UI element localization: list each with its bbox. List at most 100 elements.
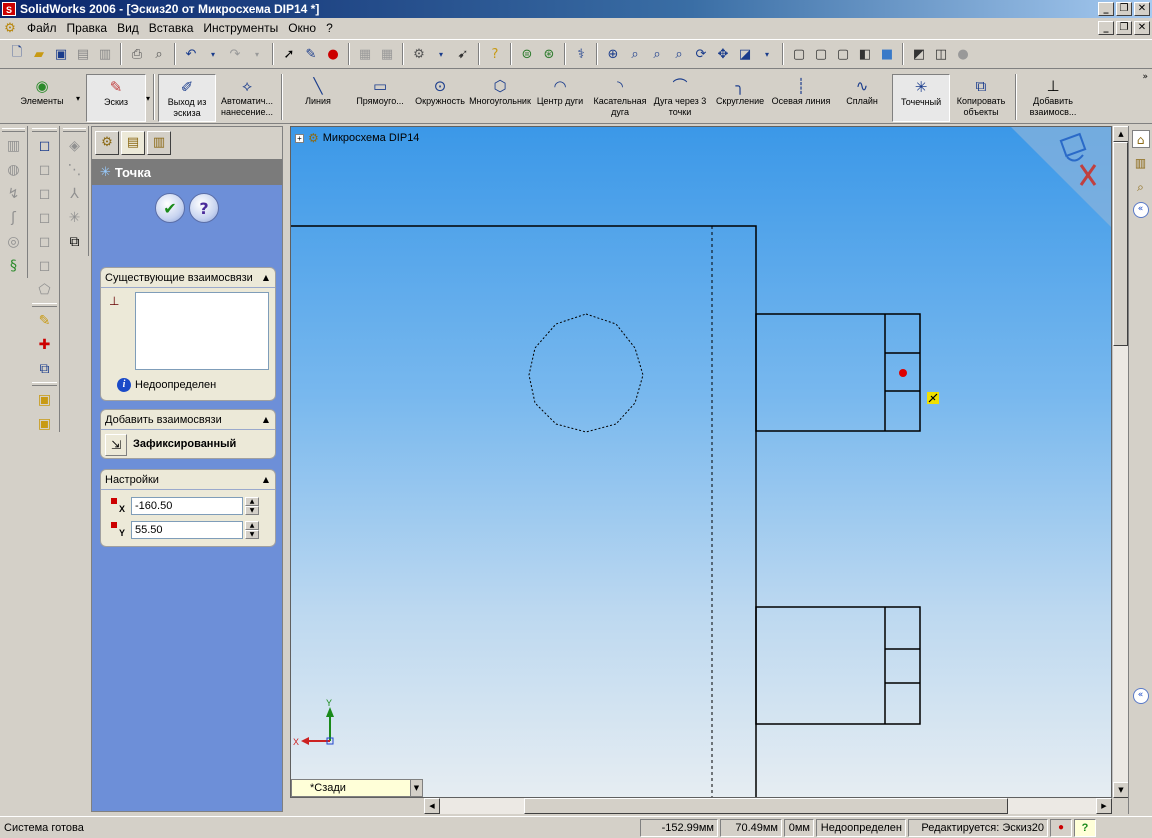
add-point-icon[interactable]: ✚ [35,335,55,355]
menu-window[interactable]: Окно [283,21,321,35]
zoom-inout-icon[interactable]: ⌕ [647,44,667,64]
features-tab-button[interactable]: ◉ Элементы [8,74,76,122]
select-arrow-icon[interactable]: ➚ [279,44,299,64]
circle-tool-button[interactable]: ⊙ Окружность [410,74,470,122]
expand-icon[interactable]: + [295,133,304,143]
realview-icon[interactable]: ● [953,44,973,64]
x-coordinate-spinner[interactable]: ▲ ▼ [245,497,259,515]
horizontal-scroll-thumb[interactable] [524,798,1008,814]
revolve-icon[interactable]: ⊛ [539,44,559,64]
redo-icon[interactable]: ↷ [225,44,245,64]
fillet-tool-button[interactable]: ╮ Скругление [710,74,770,122]
print-icon[interactable]: ⎙ [127,44,147,64]
configuration-manager-tab[interactable]: ▥ [147,131,171,155]
menu-insert[interactable]: Вставка [144,21,199,35]
zoom-area-icon[interactable]: ⌕ [625,44,645,64]
wireframe-icon[interactable]: ▢ [789,44,809,64]
menu-edit[interactable]: Правка [62,21,113,35]
undo-dropdown-icon[interactable]: ▾ [203,44,223,64]
section-view-icon[interactable]: ◫ [931,44,951,64]
toolbar-overflow-icon[interactable]: » [1142,72,1148,82]
y-coordinate-spinner[interactable]: ▲ ▼ [245,521,259,539]
rotate-icon[interactable]: ⟳ [691,44,711,64]
scroll-right-icon[interactable]: ▶ [1096,798,1112,814]
point-tool-button[interactable]: ✳ Точечный [892,74,951,122]
task-pane-expand-icon[interactable]: « [1132,688,1149,704]
edit-sketch-icon[interactable]: ✎ [35,311,55,331]
view-orientation-icon[interactable]: ◪ [735,44,755,64]
help-icon[interactable]: ? [485,44,505,64]
shaded-edges-icon[interactable]: ◧ [855,44,875,64]
reference-point-icon[interactable]: ✳ [65,208,85,228]
grid2-icon[interactable]: ▦ [377,44,397,64]
shaded-icon[interactable]: ■ [877,44,897,64]
revolved-boss-icon[interactable]: ◍ [4,160,24,180]
lofted-boss-icon[interactable]: ʃ [4,208,24,228]
menu-view[interactable]: Вид [112,21,144,35]
layer2-icon[interactable]: ▣ [35,414,55,434]
center-arc-tool-button[interactable]: ◠ Центр дуги [530,74,590,122]
menu-file[interactable]: Файл [22,21,62,35]
print-preview-icon[interactable]: ⌕ [149,44,169,64]
helix-icon[interactable]: § [4,256,24,276]
extruded-boss-icon[interactable]: ▥ [4,136,24,156]
ok-button[interactable]: ✔ [155,193,185,223]
swept-boss-icon[interactable]: ↯ [4,184,24,204]
grid-icon[interactable]: ▦ [355,44,375,64]
x-coordinate-input[interactable] [131,497,243,515]
exit-sketch-button[interactable]: ✐ Выход из эскиза [158,74,217,122]
right-view-icon[interactable]: ◻ [35,208,55,228]
feature-manager-tab[interactable]: ⚙ [95,131,119,155]
three-point-arc-tool-button[interactable]: ⌒ Дуга через 3 точки [650,74,710,122]
fixed-relation-icon[interactable]: ⇲ [105,434,127,456]
whats-this-icon[interactable]: ➹ [453,44,473,64]
axis-icon[interactable]: ⋱ [65,160,85,180]
scroll-up-icon[interactable]: ▲ [1113,126,1129,142]
pan-icon[interactable]: ✥ [713,44,733,64]
redo-dropdown-icon[interactable]: ▾ [247,44,267,64]
help-button[interactable]: ? [189,193,219,223]
shadows-icon[interactable]: ◩ [909,44,929,64]
sketch-toggle-icon[interactable]: ✎ [301,44,321,64]
zoom-selection-icon[interactable]: ⌕ [669,44,689,64]
document-icon[interactable]: ⚙ [2,20,18,36]
file-explorer-icon[interactable]: ⌕ [1132,178,1150,196]
new-file-icon[interactable]: 🗋 [7,44,27,64]
menu-help[interactable]: ? [321,21,338,35]
rebuild-icon[interactable]: ● [323,44,343,64]
restore-button[interactable]: ❐ [1116,2,1132,16]
doc-minimize-button[interactable]: _ [1098,21,1114,35]
horizontal-scrollbar[interactable]: ◀ ▶ [424,798,1112,814]
design-library-icon[interactable]: ▥ [1132,154,1150,172]
solidworks-resources-icon[interactable]: ⌂ [1131,130,1150,148]
features-dropdown-icon[interactable]: ▾ [76,94,80,103]
doc-close-button[interactable]: ✕ [1134,21,1150,35]
scroll-down-icon[interactable]: ▼ [1113,782,1129,798]
rebuild-status-icon[interactable]: ● [1050,818,1072,837]
back-view-icon[interactable]: ◻ [35,160,55,180]
auto-dimension-button[interactable]: ⟡ Автоматич... нанесение... [216,74,278,122]
polygon-tool-button[interactable]: ⬡ Многоугольник [469,74,531,122]
sketch-blocks-icon[interactable]: ⧉ [35,359,55,379]
feature-tree-flyout[interactable]: + ⚙ Микросхема DIP14 [295,131,419,145]
spline-tool-button[interactable]: ∿ Сплайн [832,74,892,122]
vertical-scrollbar[interactable]: ▲ ▼ [1112,126,1129,798]
view-orientation-select[interactable]: *Сзади ▼ [291,779,423,797]
sketch-tab-button[interactable]: ✎ Эскиз [86,74,147,122]
minimize-button[interactable]: _ [1098,2,1114,16]
shell-icon[interactable]: ◎ [4,232,24,252]
fixed-relation-label[interactable]: Зафиксированный [133,438,236,450]
plane-icon[interactable]: ◈ [65,136,85,156]
copy-entities-tool-button[interactable]: ⧉ Копировать объекты [950,74,1012,122]
make-drawing-icon[interactable]: ▤ [73,44,93,64]
view-dropdown-icon[interactable]: ▼ [410,780,422,796]
layer-icon[interactable]: ▣ [35,390,55,410]
front-view-icon[interactable]: ◻ [35,136,55,156]
measure-icon[interactable]: ⚕ [571,44,591,64]
open-file-icon[interactable]: ▰ [29,44,49,64]
line-tool-button[interactable]: ╲ Линия [286,74,350,122]
hidden-lines-visible-icon[interactable]: ▢ [811,44,831,64]
save-icon[interactable]: ▣ [51,44,71,64]
hidden-lines-removed-icon[interactable]: ▢ [833,44,853,64]
left-view-icon[interactable]: ◻ [35,184,55,204]
